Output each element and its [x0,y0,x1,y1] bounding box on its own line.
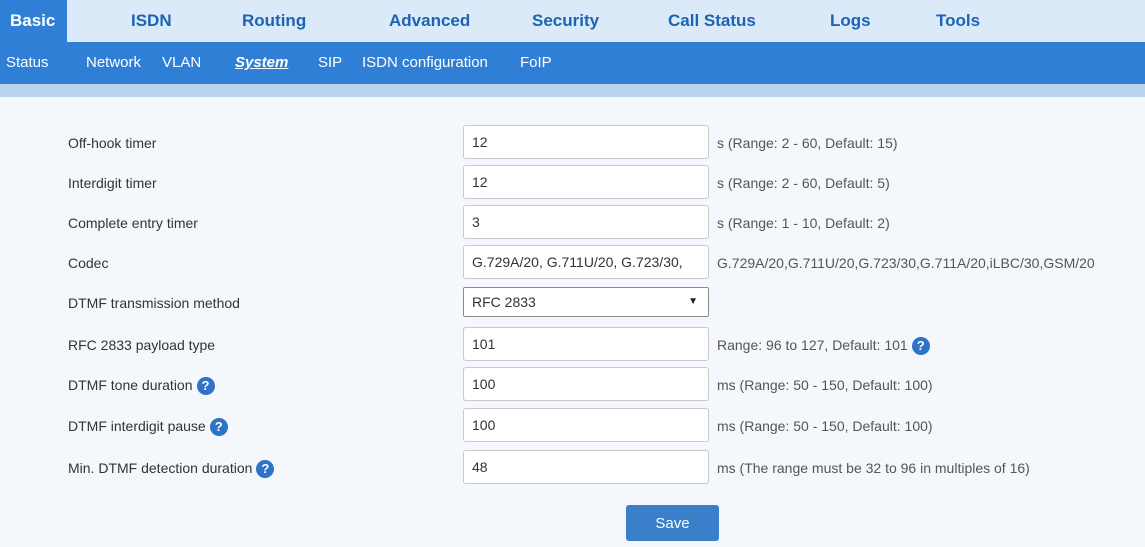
subtab-status[interactable]: Status [6,42,49,84]
subtab-foip[interactable]: FoIP [520,42,552,84]
tab-tools[interactable]: Tools [936,0,980,42]
save-button[interactable]: Save [626,505,719,541]
tab-advanced[interactable]: Advanced [389,0,470,42]
complete-entry-timer-row: Complete entry timer s (Range: 1 - 10, D… [0,205,1145,241]
help-icon[interactable]: ? [196,377,215,396]
help-icon[interactable]: ? [911,337,930,356]
subtab-sip[interactable]: SIP [318,42,342,84]
codec-row: Codec G.729A/20,G.711U/20,G.723/30,G.711… [0,245,1145,281]
dtmf-interdigit-pause-row: DTMF interdigit pause? ms (Range: 50 - 1… [0,408,1145,444]
off-hook-timer-row: Off-hook timer s (Range: 2 - 60, Default… [0,125,1145,161]
min-dtmf-detection-duration-label-wrap: Min. DTMF detection duration? [68,450,275,486]
tab-routing[interactable]: Routing [242,0,306,42]
dtmf-interdigit-pause-label: DTMF interdigit pause [68,418,206,434]
dtmf-tone-duration-label: DTMF tone duration [68,377,193,393]
top-nav: Basic ISDN Routing Advanced Security Cal… [0,0,1145,42]
dtmf-tone-duration-input[interactable] [463,367,709,401]
subtab-isdn-configuration[interactable]: ISDN configuration [362,42,488,84]
off-hook-timer-hint: s (Range: 2 - 60, Default: 15) [717,135,898,151]
off-hook-timer-label: Off-hook timer [68,135,157,151]
codec-input[interactable] [463,245,709,279]
rfc2833-payload-type-row: RFC 2833 payload type Range: 96 to 127, … [0,327,1145,363]
dtmf-transmission-method-row: DTMF transmission method RFC 2833 ▼ [0,285,1145,321]
min-dtmf-detection-duration-input[interactable] [463,450,709,484]
rfc2833-payload-type-hint: Range: 96 to 127, Default: 101? [717,327,930,363]
help-icon[interactable]: ? [209,418,228,437]
interdigit-timer-row: Interdigit timer s (Range: 2 - 60, Defau… [0,165,1145,201]
dtmf-transmission-method-label: DTMF transmission method [68,295,240,311]
dtmf-interdigit-pause-label-wrap: DTMF interdigit pause? [68,408,228,444]
dtmf-tone-duration-label-wrap: DTMF tone duration? [68,367,215,403]
dtmf-tone-duration-row: DTMF tone duration? ms (Range: 50 - 150,… [0,367,1145,403]
tab-security[interactable]: Security [532,0,599,42]
min-dtmf-detection-duration-row: Min. DTMF detection duration? ms (The ra… [0,450,1145,486]
tab-logs[interactable]: Logs [830,0,871,42]
rfc2833-payload-type-hint-text: Range: 96 to 127, Default: 101 [717,337,908,353]
dtmf-interdigit-pause-hint: ms (Range: 50 - 150, Default: 100) [717,418,933,434]
off-hook-timer-input[interactable] [463,125,709,159]
subtab-vlan[interactable]: VLAN [162,42,201,84]
sub-nav: Status Network VLAN System SIP ISDN conf… [0,42,1145,84]
tab-isdn[interactable]: ISDN [131,0,172,42]
interdigit-timer-hint: s (Range: 2 - 60, Default: 5) [717,175,890,191]
dtmf-transmission-method-value: RFC 2833 [472,294,536,310]
subtab-network[interactable]: Network [86,42,141,84]
tab-basic[interactable]: Basic [0,0,68,42]
help-icon[interactable]: ? [256,460,275,479]
rfc2833-payload-type-label: RFC 2833 payload type [68,337,216,353]
dtmf-interdigit-pause-input[interactable] [463,408,709,442]
complete-entry-timer-hint: s (Range: 1 - 10, Default: 2) [717,215,890,231]
min-dtmf-detection-duration-hint: ms (The range must be 32 to 96 in multip… [717,460,1030,476]
dtmf-transmission-method-select[interactable]: RFC 2833 ▼ [463,287,709,317]
dtmf-tone-duration-hint: ms (Range: 50 - 150, Default: 100) [717,377,933,393]
tab-call-status[interactable]: Call Status [668,0,756,42]
min-dtmf-detection-duration-label: Min. DTMF detection duration [68,460,253,476]
interdigit-timer-input[interactable] [463,165,709,199]
dropdown-arrow-icon: ▼ [688,296,698,307]
codec-label: Codec [68,255,109,271]
codec-available-list: G.729A/20,G.711U/20,G.723/30,G.711A/20,i… [717,255,1095,271]
complete-entry-timer-label: Complete entry timer [68,215,198,231]
subnav-divider [0,84,1145,97]
interdigit-timer-label: Interdigit timer [68,175,157,191]
rfc2833-payload-type-input[interactable] [463,327,709,361]
subtab-system[interactable]: System [235,42,288,84]
complete-entry-timer-input[interactable] [463,205,709,239]
